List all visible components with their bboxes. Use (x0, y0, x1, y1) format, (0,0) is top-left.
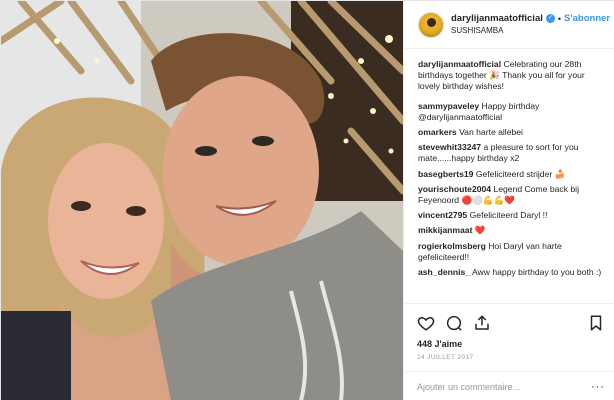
post-actions: 448 J'aime 24 JUILLET 2017 (403, 303, 614, 361)
heart-icon[interactable] (417, 314, 435, 332)
comment-username[interactable]: stevewhit33247 (418, 142, 481, 152)
avatar[interactable] (418, 11, 444, 38)
author-username[interactable]: darylijanmaatofficial (451, 13, 543, 25)
bookmark-icon[interactable] (587, 314, 605, 332)
comment-item: sammypaveley Happy birthday @darylijanma… (418, 101, 605, 123)
caption: darylijanmaatofficial Celebrating our 28… (418, 59, 605, 93)
share-icon[interactable] (473, 314, 491, 332)
comment-item: basegberts19 Gefeliciteerd strijder 🍰 (418, 169, 605, 180)
separator-dot: • (557, 13, 562, 24)
comment-item: omarkers Van harte allebei (418, 127, 605, 138)
comment-username[interactable]: vincent2795 (418, 210, 467, 220)
comment-item: vincent2795 Gefeliciteerd Daryl !! (418, 210, 605, 221)
likes-count[interactable]: 448 J'aime (417, 339, 605, 349)
comment-username[interactable]: yourischoute2004 (418, 184, 491, 194)
more-options-icon[interactable]: ··· (591, 381, 605, 393)
comment-item: ash_dennis_ Aww happy birthday to you bo… (418, 267, 605, 278)
selfie-image (1, 1, 403, 400)
comment-username[interactable]: omarkers (418, 127, 457, 137)
add-comment-input[interactable] (417, 381, 587, 392)
comment-item: rogierkolmsberg Hoi Daryl van harte gefe… (418, 241, 605, 263)
comment-text: Van harte allebei (459, 127, 523, 138)
post-header: darylijanmaatofficial ✓ • S'abonner SUSH… (404, 1, 614, 49)
comment-item: mikkijanmaat ❤️ (418, 225, 605, 236)
follow-button[interactable]: S'abonner (564, 13, 610, 25)
comment-text: ❤️ (474, 225, 486, 236)
comment-username[interactable]: darylijanmaatofficial (418, 59, 501, 69)
comment-item: stevewhit33247 a pleasure to sort for yo… (418, 142, 605, 164)
post-date: 24 JUILLET 2017 (417, 354, 474, 361)
add-comment-bar: ··· (403, 371, 614, 400)
comment-list: darylijanmaatofficial Celebrating our 28… (404, 49, 614, 301)
comment-username[interactable]: ash_dennis_ (418, 267, 470, 277)
comment-username[interactable]: rogierkolmsberg (418, 241, 486, 251)
verified-badge-icon: ✓ (545, 14, 555, 23)
comment-text: Gefeliciteerd strijder 🍰 (475, 168, 566, 179)
comment-username[interactable]: mikkijanmaat (418, 225, 472, 235)
location-link[interactable]: SUSHISAMBA (451, 25, 610, 37)
comment-item: yourischoute2004 Legend Come back bij Fe… (418, 184, 605, 206)
comment-text: Aww happy birthday to you both :) (471, 267, 602, 278)
comment-username[interactable]: basegberts19 (418, 169, 473, 179)
instagram-post: darylijanmaatofficial ✓ • S'abonner SUSH… (0, 0, 614, 400)
post-photo[interactable] (1, 1, 403, 400)
comment-text: Gefeliciteerd Daryl !! (469, 210, 548, 221)
comment-username[interactable]: sammypaveley (418, 101, 479, 111)
comment-icon[interactable] (445, 314, 463, 332)
